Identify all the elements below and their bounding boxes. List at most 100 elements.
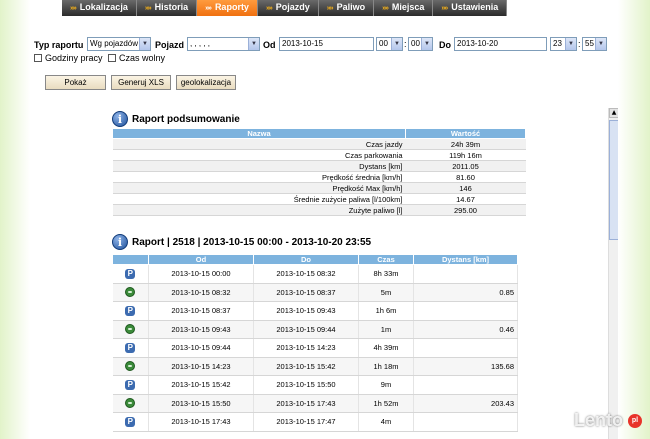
summary-name: Prędkość średnia [km/h] — [112, 171, 406, 183]
parking-icon: P — [125, 342, 136, 353]
from-cell: 2013-10-15 08:32 — [148, 283, 254, 302]
vehicle-select[interactable]: , , , , , ▼ — [187, 37, 260, 51]
from-hour-value: 00 — [379, 39, 388, 48]
working-hours-checkbox[interactable]: Godziny pracy — [34, 53, 103, 63]
from-cell: 2013-10-15 14:23 — [148, 357, 254, 376]
trip-report-title: Raport | 2518 | 2013-10-15 00:00 - 2013-… — [132, 236, 372, 248]
summary-name: Zużyte paliwo [l] — [112, 204, 406, 216]
summary-value: 81.60 — [405, 171, 526, 183]
table-row[interactable]: P 2013-10-15 08:37 2013-10-15 09:43 1h 6m — [112, 301, 518, 321]
scroll-up-icon[interactable]: ▲ — [609, 108, 618, 118]
to-cell: 2013-10-15 15:50 — [253, 375, 359, 395]
tab-pojazdy[interactable]: »» Pojazdy — [257, 0, 319, 16]
table-row[interactable]: 2013-10-15 08:32 2013-10-15 08:37 5m 0.85 — [112, 283, 518, 302]
status-cell: P — [112, 338, 149, 358]
report-type-select[interactable]: Wg pojazdów ▼ — [87, 37, 151, 51]
distance-cell — [413, 375, 518, 395]
tab-label: Raporty — [214, 2, 249, 12]
column-header: Od — [148, 254, 254, 265]
car-icon — [125, 287, 136, 298]
tab-miejsca[interactable]: »» Miejsca — [374, 0, 434, 16]
show-button[interactable]: Pokaż — [45, 75, 106, 90]
from-cell: 2013-10-15 15:50 — [148, 394, 254, 413]
vertical-scrollbar[interactable]: ▲ — [608, 108, 618, 439]
watermark-logo: Lento pl — [574, 410, 642, 431]
scrollbar-thumb[interactable] — [609, 120, 618, 240]
summary-row: Dystans [km] 2011.05 — [112, 160, 526, 172]
tab-raporty[interactable]: »» Raporty — [197, 0, 258, 16]
summary-row: Prędkość Max [km/h] 146 — [112, 182, 526, 194]
info-icon: i — [112, 111, 128, 127]
vehicle-label: Pojazd — [155, 40, 185, 50]
trip-report-header: i Raport | 2518 | 2013-10-15 00:00 - 201… — [112, 234, 371, 250]
to-cell: 2013-10-15 09:44 — [253, 320, 359, 339]
chevron-down-icon: ▼ — [248, 38, 259, 50]
column-header: Wartość — [405, 128, 526, 139]
table-row[interactable]: P 2013-10-15 15:42 2013-10-15 15:50 9m — [112, 375, 518, 395]
table-row[interactable]: 2013-10-15 09:43 2013-10-15 09:44 1m 0.46 — [112, 320, 518, 339]
chevron-down-icon: ▼ — [565, 38, 576, 50]
distance-cell: 135.68 — [413, 357, 518, 376]
tab-historia[interactable]: »» Historia — [136, 0, 198, 16]
tab-lokalizacja[interactable]: »» Lokalizacja — [62, 0, 137, 16]
tab-ustawienia[interactable]: »» Ustawienia — [433, 0, 508, 16]
to-cell: 2013-10-15 17:43 — [253, 394, 359, 413]
to-label: Do — [439, 40, 451, 50]
column-header — [112, 254, 149, 265]
to-date-input[interactable]: 2013-10-20 — [454, 37, 547, 51]
parking-icon: P — [125, 416, 136, 427]
column-header: Nazwa — [112, 128, 406, 139]
tab-label: Paliwo — [336, 2, 366, 12]
to-hour-select[interactable]: 23 ▼ — [550, 37, 577, 51]
summary-name: Średnie zużycie paliwa [l/100km] — [112, 193, 406, 205]
chevron-down-icon: ▼ — [391, 38, 402, 50]
free-time-checkbox[interactable]: Czas wolny — [108, 53, 165, 63]
to-minute-value: 55 — [585, 39, 594, 48]
trip-header-row: Od Do Czas Dystans [km] — [112, 254, 518, 265]
table-row[interactable]: P 2013-10-15 09:44 2013-10-15 14:23 4h 39m — [112, 338, 518, 358]
summary-row: Czas jazdy 24h 39m — [112, 138, 526, 150]
from-cell: 2013-10-15 09:43 — [148, 320, 254, 339]
car-icon — [125, 361, 136, 372]
to-cell: 2013-10-15 08:32 — [253, 264, 359, 284]
from-hour-select[interactable]: 00 ▼ — [376, 37, 403, 51]
working-hours-label: Godziny pracy — [45, 53, 103, 63]
checkbox-box[interactable] — [34, 54, 42, 62]
duration-cell: 8h 33m — [358, 264, 414, 284]
table-row[interactable]: 2013-10-15 14:23 2013-10-15 15:42 1h 18m 13… — [112, 357, 518, 376]
to-cell: 2013-10-15 09:43 — [253, 301, 359, 321]
duration-cell: 1h 18m — [358, 357, 414, 376]
summary-name: Czas jazdy — [112, 138, 406, 150]
report-content: i Raport podsumowanie Nazwa Wartość Czas… — [102, 108, 618, 439]
table-row[interactable]: 2013-10-15 15:50 2013-10-15 17:43 1h 52m 20… — [112, 394, 518, 413]
from-date-input[interactable]: 2013-10-15 — [279, 37, 374, 51]
from-cell: 2013-10-15 08:37 — [148, 301, 254, 321]
from-cell: 2013-10-15 17:43 — [148, 412, 254, 432]
generate-xls-button[interactable]: Generuj XLS — [111, 75, 171, 90]
to-minute-select[interactable]: 55 ▼ — [582, 37, 607, 51]
chevron-down-icon: ▼ — [139, 38, 150, 50]
from-label: Od — [263, 40, 276, 50]
watermark-badge: pl — [628, 414, 642, 429]
double-chevron-icon: »» — [144, 5, 152, 12]
from-minute-value: 00 — [411, 39, 420, 48]
summary-name: Czas parkowania — [112, 149, 406, 161]
distance-cell — [413, 338, 518, 358]
distance-cell — [413, 301, 518, 321]
double-chevron-icon: »» — [205, 5, 212, 12]
double-chevron-icon: »» — [70, 5, 77, 12]
tab-label: Historia — [154, 2, 189, 12]
table-row[interactable]: P 2013-10-15 00:00 2013-10-15 08:32 8h 33m — [112, 264, 518, 284]
status-cell — [112, 283, 149, 302]
tab-label: Lokalizacja — [79, 2, 128, 12]
chevron-down-icon: ▼ — [421, 38, 432, 50]
double-chevron-icon: »» — [326, 5, 334, 12]
from-minute-select[interactable]: 00 ▼ — [408, 37, 433, 51]
geolocation-button[interactable]: geolokalizacja — [176, 75, 236, 90]
report-type-value: Wg pojazdów — [90, 39, 139, 48]
status-cell: P — [112, 301, 149, 321]
table-row[interactable]: P 2013-10-15 17:43 2013-10-15 17:47 4m — [112, 412, 518, 432]
checkbox-box[interactable] — [108, 54, 116, 62]
status-cell: P — [112, 375, 149, 395]
tab-paliwo[interactable]: »» Paliwo — [318, 0, 375, 16]
